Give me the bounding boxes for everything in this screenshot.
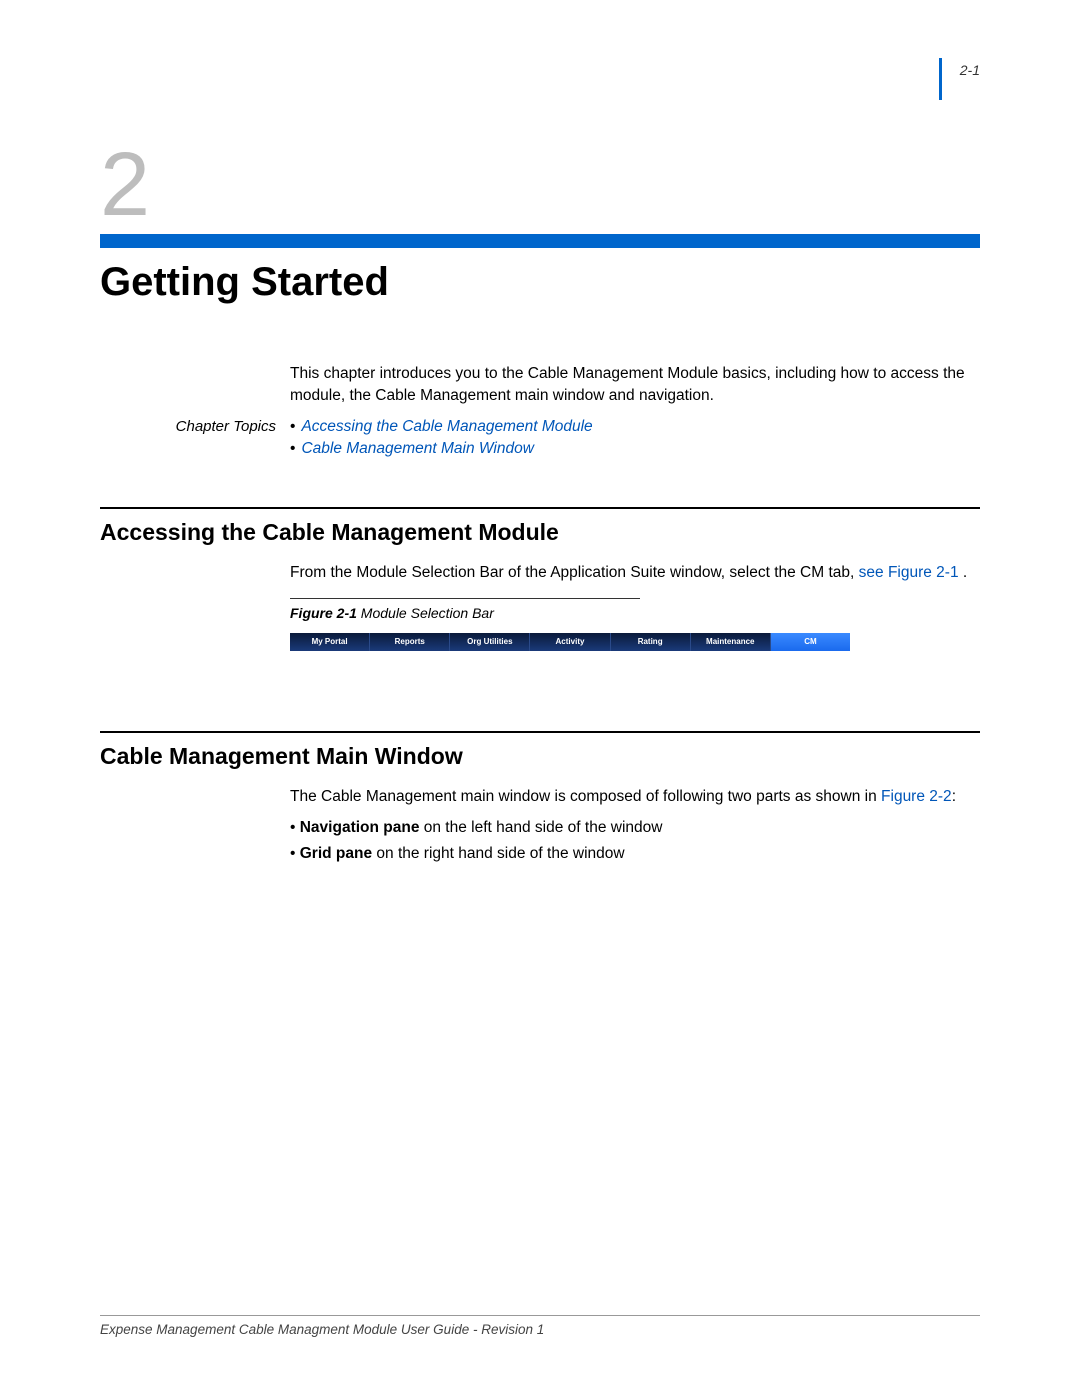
- chapter-number: 2: [100, 140, 980, 230]
- section-rule: [100, 731, 980, 733]
- tab-rating[interactable]: Rating: [611, 633, 691, 651]
- topic-link[interactable]: •Cable Management Main Window: [290, 438, 980, 460]
- tab-org-utilities[interactable]: Org Utilities: [450, 633, 530, 651]
- chapter-title: Getting Started: [100, 260, 980, 305]
- section-rule: [100, 507, 980, 509]
- figure-link[interactable]: Figure 2-2: [881, 788, 952, 805]
- page-footer: Expense Management Cable Managment Modul…: [100, 1315, 980, 1337]
- figure-caption: Figure 2-1 Module Selection Bar: [290, 605, 980, 621]
- section-heading: Accessing the Cable Management Module: [100, 519, 980, 546]
- tab-activity[interactable]: Activity: [530, 633, 610, 651]
- chapter-topics-list: •Accessing the Cable Management Module •…: [290, 416, 980, 461]
- tab-my-portal[interactable]: My Portal: [290, 633, 370, 651]
- section-heading: Cable Management Main Window: [100, 743, 980, 770]
- figure-rule: [290, 598, 640, 599]
- page-number: 2-1: [939, 58, 980, 100]
- figure-link[interactable]: see Figure 2-1: [859, 564, 959, 581]
- intro-paragraph: This chapter introduces you to the Cable…: [290, 363, 980, 408]
- tab-maintenance[interactable]: Maintenance: [691, 633, 771, 651]
- chapter-topics-label: Chapter Topics: [100, 416, 290, 461]
- list-item: • Navigation pane on the left hand side …: [290, 815, 980, 841]
- topic-link[interactable]: •Accessing the Cable Management Module: [290, 416, 980, 438]
- section-body: The Cable Management main window is comp…: [290, 786, 980, 808]
- list-item: • Grid pane on the right hand side of th…: [290, 841, 980, 867]
- tab-reports[interactable]: Reports: [370, 633, 450, 651]
- section-body: From the Module Selection Bar of the App…: [290, 562, 980, 584]
- module-selection-bar: My Portal Reports Org Utilities Activity…: [290, 633, 850, 651]
- chapter-rule: [100, 234, 980, 248]
- bullet-list: • Navigation pane on the left hand side …: [290, 815, 980, 868]
- tab-cm[interactable]: CM: [771, 633, 850, 651]
